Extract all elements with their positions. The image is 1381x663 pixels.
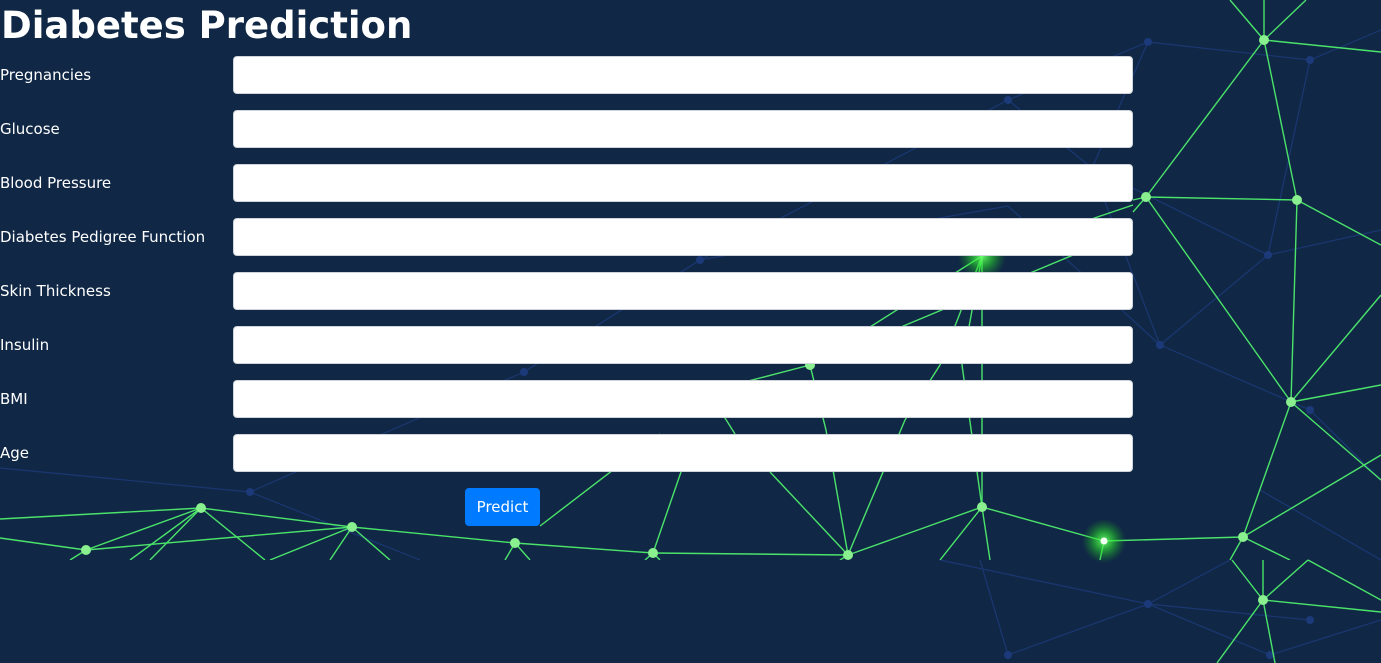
field-row-blood-pressure: Blood Pressure [0, 164, 1140, 202]
field-row-glucose: Glucose [0, 110, 1140, 148]
page-title: Diabetes Prediction [1, 4, 413, 47]
age-label: Age [0, 444, 30, 462]
pregnancies-input[interactable] [233, 56, 1133, 94]
age-input[interactable] [233, 434, 1133, 472]
skin-thickness-input[interactable] [233, 272, 1133, 310]
field-row-diabetes-pedigree-function: Diabetes Pedigree Function [0, 218, 1140, 256]
diabetes-pedigree-function-input[interactable] [233, 218, 1133, 256]
blood-pressure-label: Blood Pressure [0, 174, 112, 192]
predict-button[interactable]: Predict [465, 488, 540, 526]
glucose-label: Glucose [0, 120, 60, 138]
field-row-age: Age [0, 434, 1140, 472]
insulin-label: Insulin [0, 336, 50, 354]
skin-thickness-label: Skin Thickness [0, 282, 111, 300]
green-network-lower [1216, 559, 1381, 663]
field-row-bmi: BMI [0, 380, 1140, 418]
field-row-pregnancies: Pregnancies [0, 56, 1140, 94]
field-row-skin-thickness: Skin Thickness [0, 272, 1140, 310]
bmi-input[interactable] [233, 380, 1133, 418]
field-row-insulin: Insulin [0, 326, 1140, 364]
blood-pressure-input[interactable] [233, 164, 1133, 202]
bmi-label: BMI [0, 390, 28, 408]
glucose-input[interactable] [233, 110, 1133, 148]
insulin-input[interactable] [233, 326, 1133, 364]
pregnancies-label: Pregnancies [0, 66, 92, 84]
diabetes-pedigree-function-label: Diabetes Pedigree Function [0, 228, 206, 246]
